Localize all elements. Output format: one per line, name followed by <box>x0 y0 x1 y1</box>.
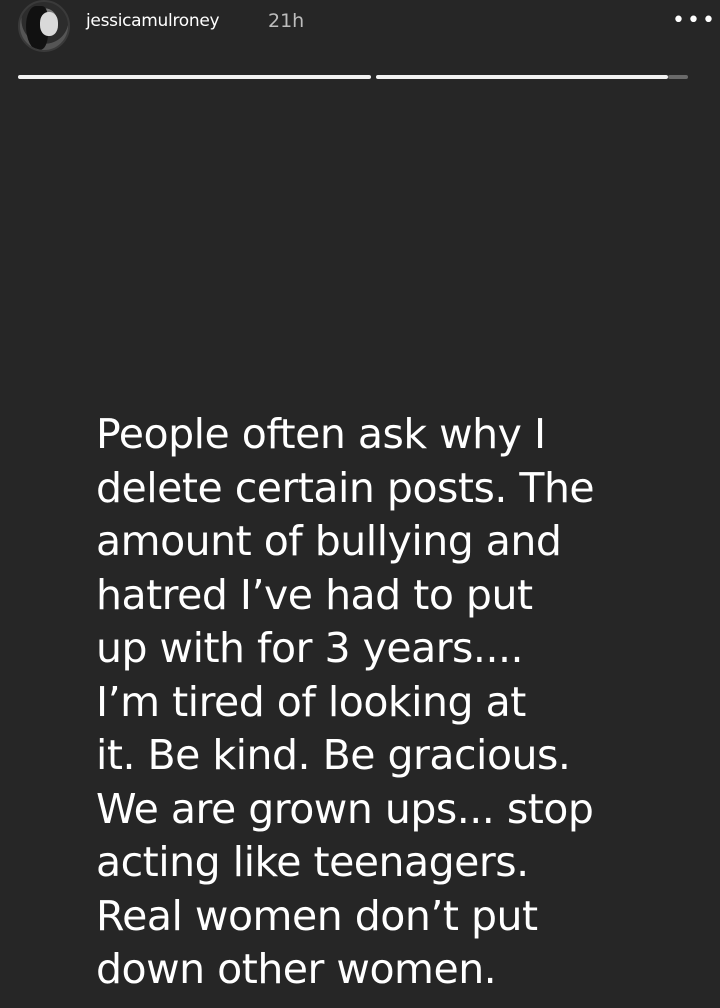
message-line: amount of bullying and <box>96 517 562 565</box>
username[interactable]: jessicamulroney <box>86 11 220 31</box>
story-header: jessicamulroney 21h ••• <box>0 0 720 60</box>
message-line: it. Be kind. Be gracious. <box>96 731 571 779</box>
avatar[interactable] <box>18 0 70 52</box>
progress-segment-2 <box>376 75 668 79</box>
story-viewer[interactable]: jessicamulroney 21h ••• People often ask… <box>0 0 720 1008</box>
progress-segment-1 <box>18 75 371 79</box>
message-line: down other women. <box>96 945 497 993</box>
avatar-face-shape <box>40 12 58 36</box>
message-line: acting like teenagers. <box>96 838 529 886</box>
message-line: We are grown ups... stop <box>96 784 594 833</box>
progress-segment-2-remaining <box>668 75 688 79</box>
message-line: People often ask why I <box>96 410 546 458</box>
message-line: up with for 3 years.... <box>96 624 524 672</box>
message-line: Real women don’t put <box>96 891 538 940</box>
message-line: delete certain posts. The <box>96 463 595 512</box>
story-message: People often ask why I delete certain po… <box>96 408 716 997</box>
timestamp: 21h <box>268 10 305 32</box>
message-line: I’m tired of looking at <box>96 677 526 726</box>
more-options-icon[interactable]: ••• <box>672 10 715 34</box>
message-line: hatred I’ve had to put <box>96 570 533 619</box>
